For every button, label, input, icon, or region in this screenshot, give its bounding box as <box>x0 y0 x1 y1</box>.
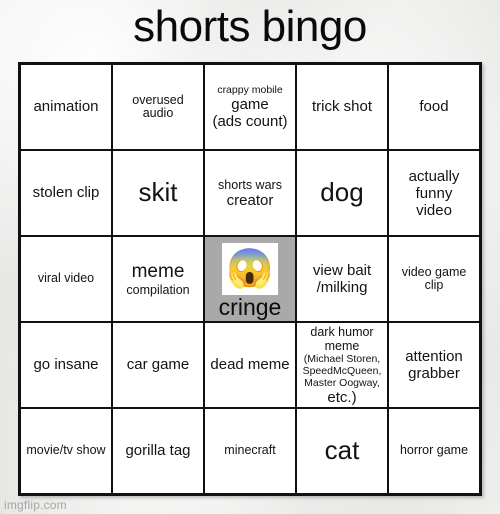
bingo-grid: animation overused audio crappy mobile game… <box>18 62 482 496</box>
bingo-cell[interactable]: dead meme <box>205 323 295 407</box>
bingo-cell[interactable]: minecraft <box>205 409 295 493</box>
bingo-cell-text: movie/tv show <box>26 443 106 458</box>
bingo-cell[interactable]: attention grabber <box>389 323 479 407</box>
bingo-cell[interactable]: viral video <box>21 237 111 321</box>
bingo-cell-line: /milking <box>316 279 368 296</box>
bingo-cell-line: meme <box>131 261 185 282</box>
bingo-cell[interactable]: car game <box>113 323 203 407</box>
bingo-cell-line: shorts wars <box>218 177 282 192</box>
bingo-cell-text: cat <box>324 435 360 466</box>
bingo-cell[interactable]: animation <box>21 65 111 149</box>
bingo-cell[interactable]: shorts wars creator <box>205 151 295 235</box>
bingo-cell-text: go insane <box>33 356 99 374</box>
bingo-cell-line: game <box>231 96 269 113</box>
bingo-cell-line: SpeedMcQueen, <box>302 364 382 377</box>
bingo-cell-text: viral video <box>37 271 95 286</box>
bingo-cell-text: minecraft <box>224 443 276 458</box>
bingo-cell-text: horror game <box>399 443 469 458</box>
bingo-cell-text: trick shot <box>311 98 372 116</box>
bingo-cell[interactable]: overused audio <box>113 65 203 149</box>
bingo-cell-text: crappy mobile game (ads count) <box>208 84 292 130</box>
bingo-cell[interactable]: dark humor meme (Michael Storen, SpeedMcQu… <box>297 323 387 407</box>
bingo-cell-line: dark humor meme <box>310 324 374 353</box>
bingo-cell-text: dark humor meme (Michael Storen, SpeedMcQu… <box>300 325 384 406</box>
bingo-cell-line: Master Oogway, <box>304 376 380 389</box>
bingo-cell[interactable]: dog <box>297 151 387 235</box>
imgflip-watermark: imgflip.com <box>4 498 67 512</box>
bingo-cell[interactable]: gorilla tag <box>113 409 203 493</box>
bingo-cell[interactable]: skit <box>113 151 203 235</box>
bingo-cell-text: actually funny video <box>392 168 476 219</box>
bingo-cell-line: compilation <box>126 283 190 297</box>
bingo-cell-text: food <box>419 98 449 116</box>
bingo-cell[interactable]: crappy mobile game (ads count) <box>205 65 295 149</box>
bingo-cell-line: attention <box>405 348 463 365</box>
bingo-cell[interactable]: view bait/milking <box>297 237 387 321</box>
bingo-cell-line: actually funny <box>408 167 460 202</box>
bingo-cell-line: crappy mobile <box>217 84 283 96</box>
bingo-cell-line: grabber <box>408 365 460 382</box>
bingo-cell-text: view bait/milking <box>300 262 384 296</box>
bingo-card-page: shorts bingo animation overused audio crap… <box>0 0 500 514</box>
bingo-free-space-label: cringe <box>218 294 282 320</box>
bingo-cell-text: dead meme <box>210 356 290 374</box>
bingo-cell-text: meme compilation <box>116 261 200 297</box>
bingo-cell-text: gorilla tag <box>125 442 191 460</box>
bingo-cell-line: (ads count) <box>212 113 288 130</box>
bingo-cell-text: stolen clip <box>32 184 100 202</box>
bingo-cell[interactable]: movie/tv show <box>21 409 111 493</box>
bingo-cell-text: shorts wars creator <box>208 178 292 209</box>
bingo-cell[interactable]: food <box>389 65 479 149</box>
bingo-cell[interactable]: cat <box>297 409 387 493</box>
bingo-cell[interactable]: stolen clip <box>21 151 111 235</box>
bingo-cell-line: (Michael Storen, <box>303 352 381 365</box>
bingo-cell-line: video <box>416 201 452 219</box>
face-screaming-in-fear-emoji: 😱 <box>222 243 278 295</box>
bingo-cell[interactable]: horror game <box>389 409 479 493</box>
bingo-cell-text: attention grabber <box>392 348 476 382</box>
bingo-cell-line: etc.) <box>327 388 357 406</box>
bingo-cell-line: creator <box>226 191 274 209</box>
bingo-cell[interactable]: meme compilation <box>113 237 203 321</box>
bingo-cell-text: overused audio <box>132 92 184 120</box>
bingo-cell[interactable]: actually funny video <box>389 151 479 235</box>
page-title: shorts bingo <box>133 2 367 51</box>
bingo-cell[interactable]: go insane <box>21 323 111 407</box>
bingo-free-space[interactable]: 😱 cringe <box>205 237 295 321</box>
bingo-cell[interactable]: trick shot <box>297 65 387 149</box>
bingo-cell-text: skit <box>138 177 178 208</box>
bingo-cell-line: view bait <box>312 262 372 279</box>
bingo-cell-text: video game clip <box>401 264 467 292</box>
bingo-cell-text: animation <box>33 98 99 116</box>
bingo-cell-text: dog <box>320 177 364 208</box>
bingo-cell[interactable]: video game clip <box>389 237 479 321</box>
bingo-cell-text: car game <box>126 356 190 374</box>
